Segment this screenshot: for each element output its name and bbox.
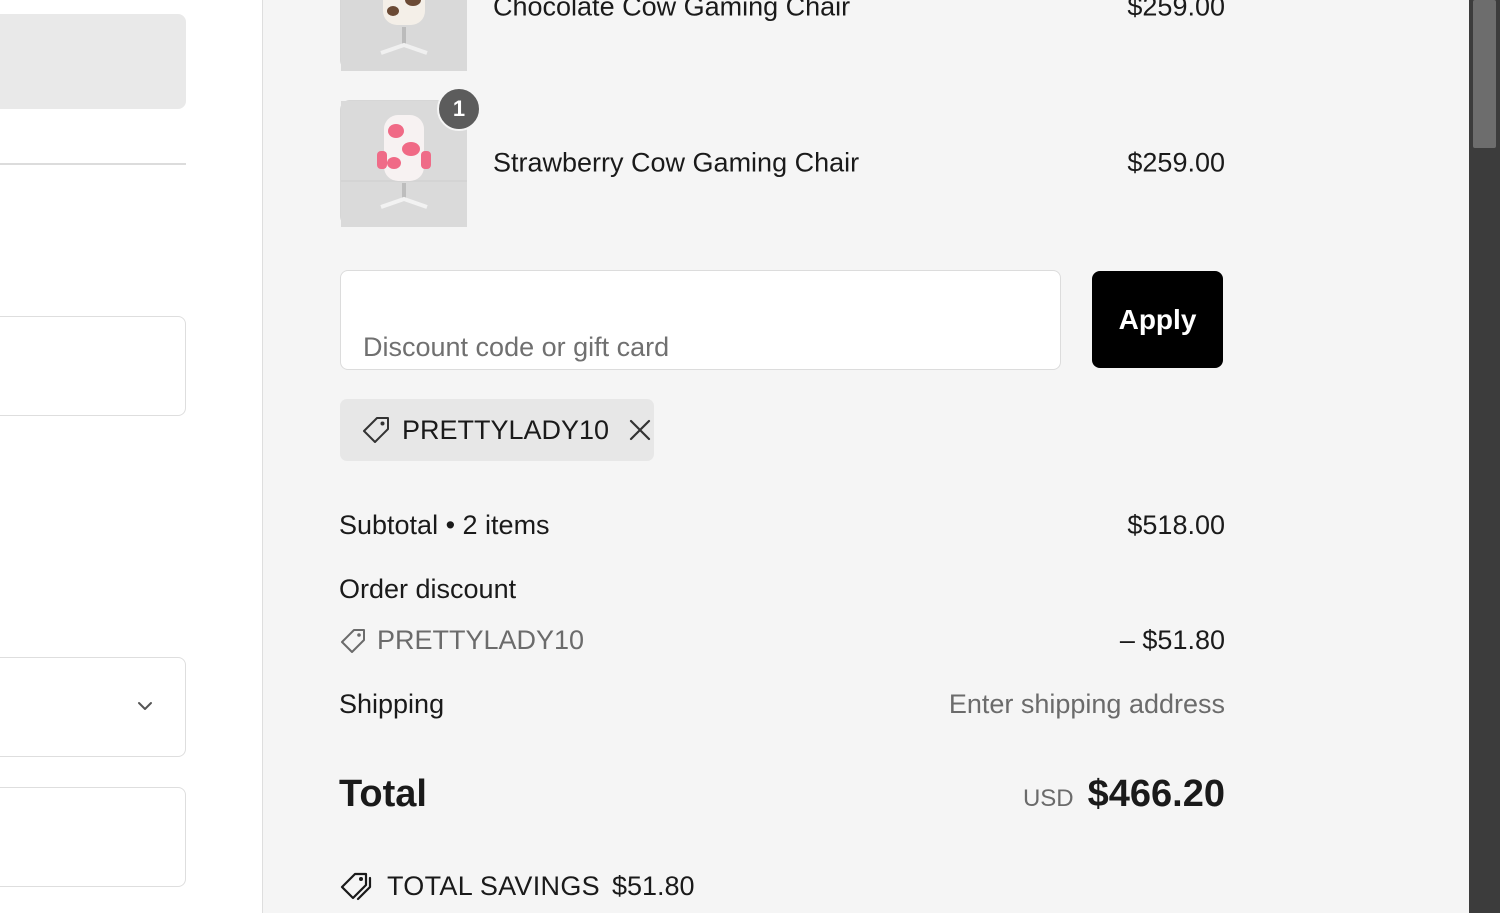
applied-discount-chip: PRETTYLADY10 xyxy=(340,399,654,461)
discount-code-row: PRETTYLADY10 – $51.80 xyxy=(339,625,1225,656)
apply-button[interactable]: Apply xyxy=(1092,271,1223,368)
scrollbar[interactable] xyxy=(1469,0,1500,913)
discount-code-input[interactable] xyxy=(340,270,1061,370)
shipping-label: Shipping xyxy=(339,689,445,719)
quantity-badge: 1 xyxy=(437,87,481,131)
applied-code-label: PRETTYLADY10 xyxy=(402,414,610,445)
subtotal-label: Subtotal • 2 items xyxy=(339,510,550,540)
shipping-value: Enter shipping address xyxy=(948,689,1225,719)
order-discount-label: Order discount xyxy=(339,574,517,604)
tag-icon xyxy=(341,628,365,653)
chevron-down-icon xyxy=(138,702,152,710)
item-price: $259.00 xyxy=(1127,0,1225,22)
form-select-field[interactable] xyxy=(0,657,186,757)
tag-icon xyxy=(363,417,389,443)
order-discount-row: Order discount xyxy=(339,574,1225,605)
total-label: Total xyxy=(339,773,427,815)
close-icon[interactable] xyxy=(627,417,653,443)
currency-code: USD xyxy=(1022,785,1074,812)
total-savings: TOTAL SAVINGS $51.80 xyxy=(339,868,695,904)
form-input-field[interactable] xyxy=(0,316,186,416)
discount-value: – $51.80 xyxy=(1119,625,1225,655)
subtotal-row: Subtotal • 2 items $518.00 xyxy=(339,510,1225,541)
total-amount: $466.20 xyxy=(1087,773,1225,815)
product-image xyxy=(340,0,467,71)
item-price: $259.00 xyxy=(1127,147,1225,178)
form-input-field[interactable] xyxy=(0,787,186,887)
checkout-form-column xyxy=(0,0,263,913)
express-checkout-placeholder[interactable] xyxy=(0,14,186,109)
form-divider xyxy=(0,163,186,165)
savings-label: TOTAL SAVINGS xyxy=(387,870,600,901)
line-item: Chocolate Cow Gaming Chair $259.00 xyxy=(340,0,1225,71)
discount-code-label: PRETTYLADY10 xyxy=(377,625,585,655)
order-summary: Chocolate Cow Gaming Chair $259.00 1 Str… xyxy=(263,0,1469,913)
line-item: 1 Strawberry Cow Gaming Chair $259.00 xyxy=(340,87,1225,227)
scrollbar-thumb[interactable] xyxy=(1473,0,1496,148)
savings-amount: $51.80 xyxy=(611,870,695,901)
shipping-row: Shipping Enter shipping address xyxy=(339,689,1225,720)
product-image: 1 xyxy=(340,87,481,227)
item-name: Strawberry Cow Gaming Chair xyxy=(493,147,860,178)
subtotal-value: $518.00 xyxy=(1127,510,1225,540)
tags-icon xyxy=(340,872,372,901)
item-name: Chocolate Cow Gaming Chair xyxy=(493,0,851,22)
total-row: Total USD $466.20 xyxy=(339,773,1225,823)
